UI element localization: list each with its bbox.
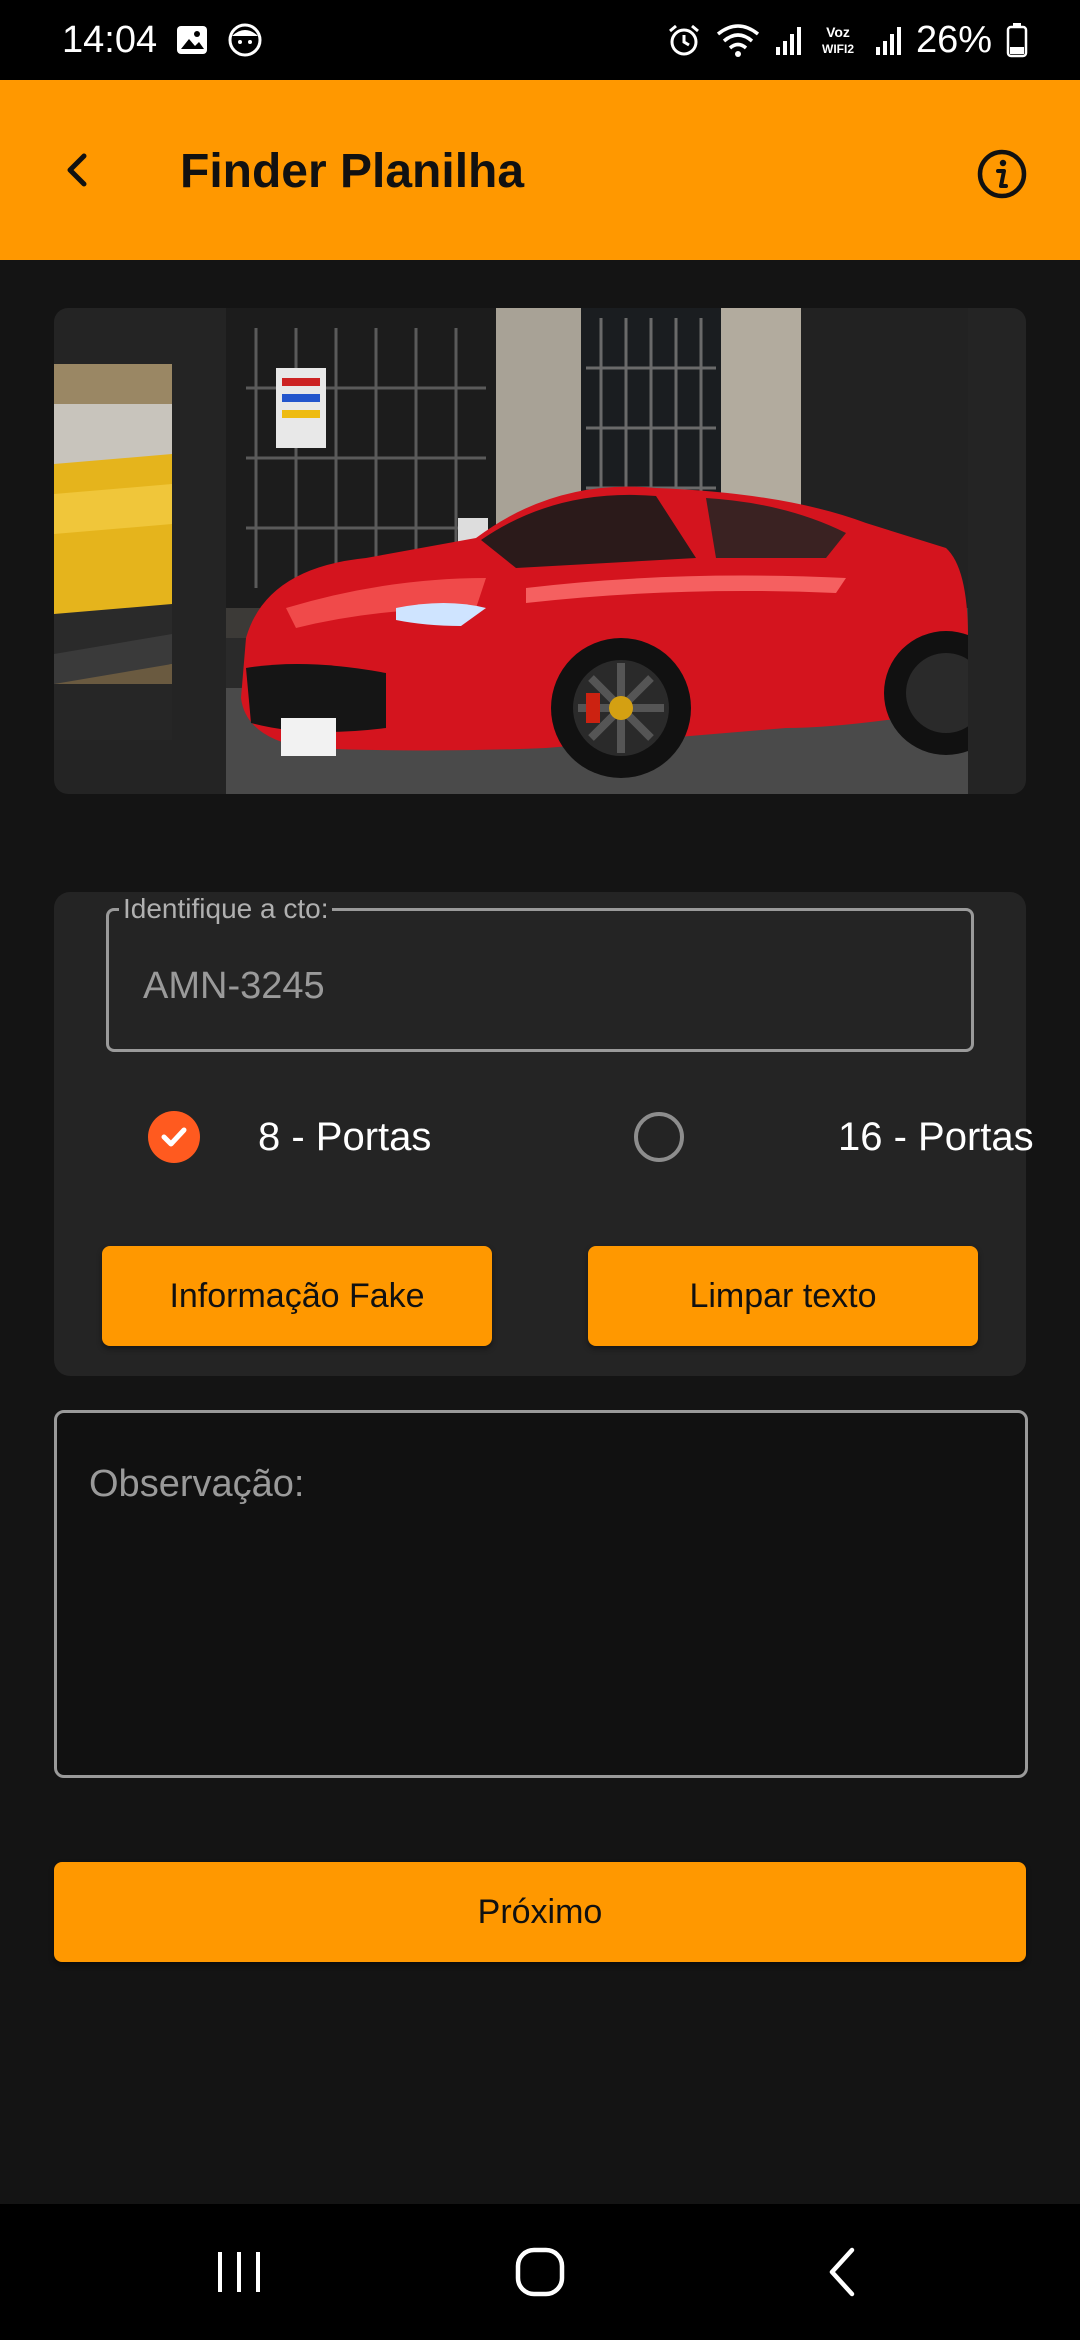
cto-input-label: Identifique a cto: <box>119 893 333 925</box>
chevron-left-icon <box>67 153 87 187</box>
recents-icon[interactable] <box>214 2248 264 2296</box>
carousel-image-red-car[interactable] <box>226 308 968 794</box>
observation-textarea[interactable]: Observação: <box>54 1410 1028 1778</box>
form-card: Identifique a cto: AMN-3245 8 - Portas 1… <box>54 892 1034 1376</box>
svg-text:Voz: Voz <box>826 24 850 40</box>
wifi-icon <box>716 24 760 57</box>
radio-16-portas-label: 16 - Portas <box>838 1115 1034 1159</box>
radio-unchecked-icon <box>634 1112 684 1162</box>
image-carousel[interactable] <box>54 308 1026 794</box>
back-button[interactable] <box>52 140 102 200</box>
cto-input[interactable]: Identifique a cto: AMN-3245 <box>106 893 974 1052</box>
clear-text-button[interactable]: Limpar texto <box>588 1246 978 1346</box>
carousel-image-yellow-car[interactable] <box>54 364 172 740</box>
cto-input-value: AMN-3245 <box>143 965 325 1007</box>
info-button[interactable] <box>976 148 1028 200</box>
home-icon[interactable] <box>514 2246 566 2298</box>
radio-16-portas[interactable]: 16 - Portas <box>634 1102 1034 1172</box>
ports-radio-group: 8 - Portas 16 - Portas <box>54 1102 1034 1172</box>
next-button[interactable]: Próximo <box>54 1862 1026 1962</box>
signal-icon <box>775 27 801 55</box>
volte-icon: Voz WIFI2 <box>822 24 854 56</box>
svg-text:WIFI2: WIFI2 <box>822 42 854 56</box>
app-bar: Finder Planilha <box>0 80 1080 260</box>
back-icon[interactable] <box>822 2244 862 2300</box>
battery-percent: 26% <box>915 18 992 61</box>
status-bar: 14:04 Voz WIFI2 26% <box>0 0 1080 80</box>
radio-checked-icon <box>148 1111 200 1163</box>
gallery-icon <box>177 26 208 54</box>
navigation-bar <box>0 2204 1080 2340</box>
page-title: Finder Planilha <box>180 145 525 198</box>
alarm-icon <box>668 24 699 56</box>
radio-8-portas[interactable]: 8 - Portas <box>148 1102 431 1172</box>
signal-icon <box>875 27 901 55</box>
radio-8-portas-label: 8 - Portas <box>258 1115 432 1159</box>
face-icon <box>228 23 262 57</box>
observation-placeholder: Observação: <box>89 1463 305 1505</box>
info-icon <box>977 149 1027 199</box>
fake-info-button[interactable]: Informação Fake <box>102 1246 492 1346</box>
status-time: 14:04 <box>62 18 158 61</box>
battery-icon <box>1006 23 1028 58</box>
